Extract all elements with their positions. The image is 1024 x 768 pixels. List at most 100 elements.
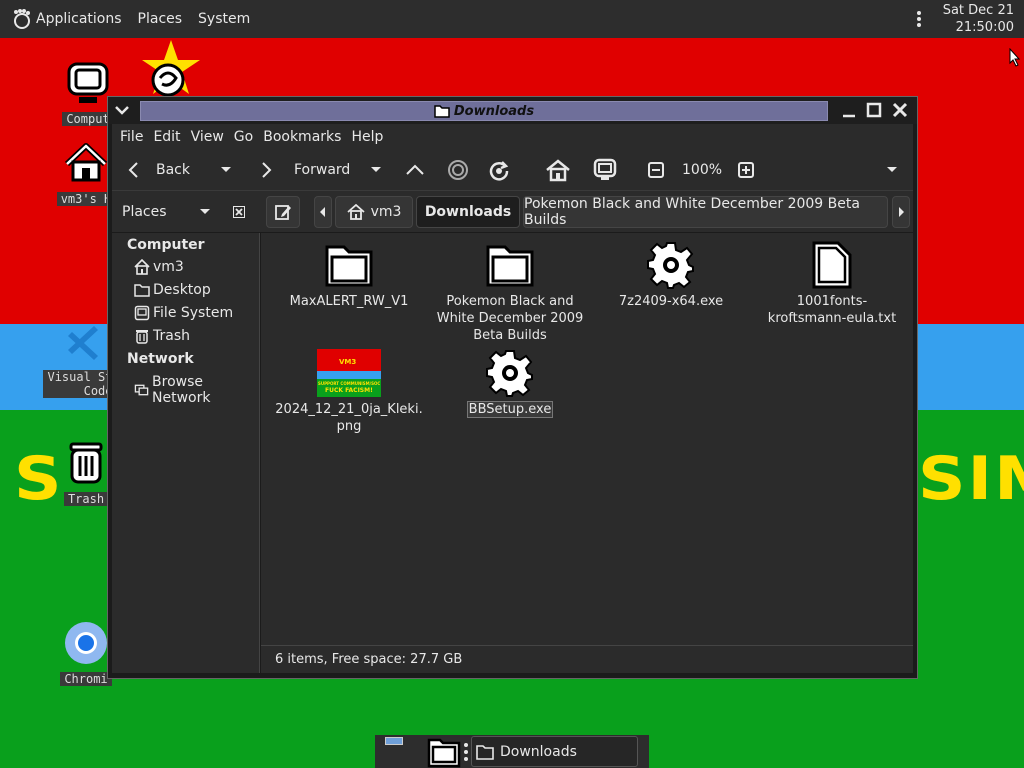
system-menu[interactable]: System bbox=[198, 11, 250, 27]
applications-menu[interactable]: Applications bbox=[36, 11, 122, 27]
folder-icon bbox=[476, 744, 494, 760]
back-history-dropdown-icon[interactable] bbox=[220, 166, 232, 174]
file-name-line: kroftsmann-eula.txt bbox=[767, 311, 897, 326]
vertical-dots-icon[interactable] bbox=[912, 9, 926, 29]
sidebar-item-browse-network[interactable]: Browse Network bbox=[134, 374, 259, 406]
clock[interactable]: Sat Dec 21 21:50:00 bbox=[943, 2, 1014, 36]
sidebar-selector[interactable]: Places bbox=[122, 191, 211, 233]
window-titlebar[interactable]: Downloads bbox=[108, 97, 917, 124]
file-name-line: 2024_12_21_0ja_Kleki. bbox=[275, 402, 423, 417]
pathbar-scroll-left-button[interactable] bbox=[314, 196, 332, 228]
up-arrow-icon[interactable] bbox=[404, 160, 426, 180]
forward-arrow-icon bbox=[262, 162, 272, 178]
menu-help[interactable]: Help bbox=[351, 129, 383, 145]
chevron-right-icon bbox=[899, 207, 904, 217]
file-item[interactable]: 7z2409-x64.exe bbox=[596, 241, 746, 310]
file-name-line: 1001fonts- bbox=[796, 294, 868, 309]
computer-icon[interactable] bbox=[593, 158, 617, 182]
toolbar-overflow-dropdown-icon[interactable] bbox=[886, 166, 898, 174]
zoom-out-icon[interactable] bbox=[648, 162, 664, 178]
trash-icon bbox=[136, 330, 148, 344]
window-title-text: Downloads bbox=[453, 103, 535, 119]
gear-icon bbox=[647, 242, 694, 289]
close-sidebar-icon[interactable] bbox=[233, 206, 245, 218]
home-icon[interactable] bbox=[545, 158, 571, 182]
forward-history-dropdown-icon[interactable] bbox=[370, 166, 382, 174]
drive-icon bbox=[134, 305, 150, 321]
chromium-icon bbox=[65, 622, 107, 664]
decorative-star-logo-icon bbox=[142, 40, 200, 97]
thumbnail-text-slogan: FUCK FACISM! bbox=[325, 387, 373, 394]
folder-icon[interactable] bbox=[427, 736, 461, 768]
sidebar-item-desktop[interactable]: Desktop bbox=[134, 282, 211, 298]
close-icon[interactable] bbox=[890, 100, 910, 120]
file-item[interactable]: MaxALERT_RW_V1 bbox=[274, 241, 424, 310]
pathbar-scroll-right-button[interactable] bbox=[892, 196, 910, 228]
gear-icon bbox=[486, 350, 533, 397]
toggle-location-entry-button[interactable] bbox=[266, 196, 300, 228]
file-name-line: png bbox=[336, 419, 362, 434]
minimize-icon[interactable] bbox=[839, 100, 859, 120]
back-button[interactable]: Back bbox=[126, 150, 190, 190]
crumb-downloads[interactable]: Downloads bbox=[416, 196, 520, 228]
places-menu[interactable]: Places bbox=[138, 11, 183, 27]
zoom-in-icon[interactable] bbox=[738, 162, 754, 178]
vertical-dots-icon[interactable] bbox=[463, 742, 469, 762]
crumb-label: Downloads bbox=[424, 204, 512, 220]
file-manager-window: Downloads File Edit View Go Bookmarks He… bbox=[107, 96, 918, 679]
menu-edit[interactable]: Edit bbox=[153, 129, 180, 145]
taskbar-item-downloads[interactable]: Downloads bbox=[471, 736, 638, 767]
gnome-foot-icon[interactable] bbox=[10, 8, 32, 30]
network-icon bbox=[134, 384, 149, 396]
menu-view[interactable]: View bbox=[191, 129, 224, 145]
file-item[interactable]: 1001fonts- kroftsmann-eula.txt bbox=[757, 241, 907, 327]
menubar: File Edit View Go Bookmarks Help bbox=[112, 124, 913, 150]
crumb-pokemon-folder[interactable]: Pokemon Black and White December 2009 Be… bbox=[523, 196, 888, 228]
workspace-switcher[interactable] bbox=[385, 737, 403, 745]
file-item[interactable]: VM3 SUPPORT COMMUNISM/SOCIALISM FUCK FAC… bbox=[274, 349, 424, 435]
bottom-panel: Downloads bbox=[375, 735, 649, 768]
menu-bookmarks[interactable]: Bookmarks bbox=[263, 129, 341, 145]
back-arrow-icon bbox=[128, 162, 138, 178]
sidebar-item-label: Desktop bbox=[153, 282, 211, 298]
mouse-cursor-icon bbox=[1009, 48, 1021, 67]
chevron-down-icon bbox=[199, 209, 210, 214]
sidebar-item-label: vm3 bbox=[153, 259, 184, 275]
file-item[interactable]: Pokemon Black and White December 2009 Be… bbox=[435, 241, 585, 344]
sidebar-selector-label: Places bbox=[122, 204, 167, 220]
sidebar-item-trash[interactable]: Trash bbox=[134, 328, 190, 344]
sidebar-section-network: Network bbox=[127, 351, 194, 367]
sidebar-item-vm3[interactable]: vm3 bbox=[134, 259, 184, 275]
forward-button[interactable]: Forward bbox=[258, 150, 350, 190]
desktop-icon-label: Trash bbox=[63, 492, 109, 506]
home-icon bbox=[64, 143, 108, 182]
file-item-selected[interactable]: BBSetup.exe bbox=[435, 349, 585, 418]
menu-go[interactable]: Go bbox=[234, 129, 253, 145]
places-sidebar: Computer vm3 Desktop File System Trash N… bbox=[112, 233, 260, 673]
vscode-icon bbox=[68, 326, 98, 360]
menu-file[interactable]: File bbox=[120, 129, 143, 145]
home-icon bbox=[346, 204, 365, 220]
sidebar-section-computer: Computer bbox=[127, 237, 205, 253]
reload-icon[interactable] bbox=[488, 159, 510, 181]
chevron-left-icon bbox=[320, 207, 325, 217]
crumb-label: vm3 bbox=[370, 204, 402, 220]
stop-icon[interactable] bbox=[447, 159, 469, 181]
file-view[interactable]: MaxALERT_RW_V1 Pokemon Black and White D… bbox=[261, 233, 913, 645]
crumb-vm3[interactable]: vm3 bbox=[335, 196, 413, 228]
toolbar: Back Forward 100% bbox=[112, 150, 913, 190]
window-menu-chevron-icon[interactable] bbox=[112, 100, 132, 120]
trash-icon bbox=[69, 442, 103, 484]
status-text: 6 items, Free space: 27.7 GB bbox=[275, 652, 463, 667]
forward-label: Forward bbox=[294, 162, 351, 178]
maximize-icon[interactable] bbox=[864, 100, 884, 120]
taskbar-item-label: Downloads bbox=[500, 743, 577, 760]
file-name-line: Beta Builds bbox=[473, 328, 547, 343]
location-bar: Places vm3 Downloads Pokemon Black and W… bbox=[112, 190, 913, 232]
file-name-line: Pokemon Black and bbox=[446, 294, 574, 309]
sidebar-item-label: Trash bbox=[153, 328, 190, 344]
sidebar-item-label: Browse Network bbox=[152, 374, 211, 406]
desktop-icon-label: Chromi bbox=[60, 672, 112, 686]
edit-location-icon bbox=[275, 205, 291, 220]
sidebar-item-file-system[interactable]: File System bbox=[134, 305, 233, 321]
